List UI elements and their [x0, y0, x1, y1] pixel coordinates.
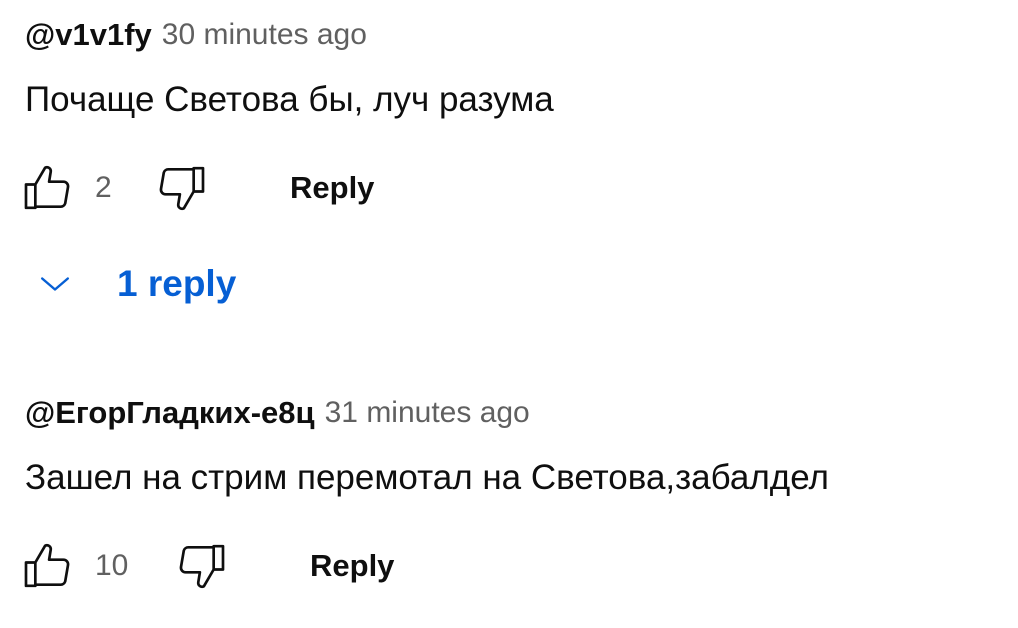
comment-text: Почаще Светова бы, луч разума: [25, 80, 554, 119]
dislike-button[interactable]: [152, 158, 212, 218]
like-button[interactable]: [17, 158, 77, 218]
comment-actions: 10 Reply: [24, 536, 1018, 596]
thumbs-down-icon: [159, 166, 205, 211]
comment-author[interactable]: @ЕгорГладких-е8ц: [25, 395, 315, 431]
comment-author[interactable]: @v1v1fy: [25, 17, 152, 53]
dislike-button[interactable]: [172, 536, 232, 596]
comment-header: @ЕгорГладких-е8ц 31 minutes ago: [25, 393, 1018, 433]
like-count: 10: [95, 549, 129, 582]
thumbs-up-icon: [24, 543, 70, 588]
comment-actions: 2 Reply: [24, 158, 1018, 218]
comment-timestamp[interactable]: 30 minutes ago: [162, 18, 367, 52]
comment-text: Зашел на стрим перемотал на Светова,заба…: [25, 458, 829, 497]
reply-button[interactable]: Reply: [290, 158, 374, 218]
thumbs-down-icon: [179, 544, 225, 589]
chevron-down-icon: [40, 277, 70, 291]
view-replies-label: 1 reply: [117, 263, 237, 304]
like-button[interactable]: [17, 536, 77, 596]
like-count: 2: [95, 171, 112, 204]
comment-item: @ЕгорГладких-е8ц 31 minutes ago Зашел на…: [24, 393, 1018, 596]
comment-item: @v1v1fy 30 minutes ago Почаще Светова бы…: [24, 15, 1018, 218]
reply-button[interactable]: Reply: [310, 536, 394, 596]
comment-timestamp[interactable]: 31 minutes ago: [325, 396, 530, 430]
view-replies-button[interactable]: 1 reply: [25, 254, 236, 314]
thumbs-up-icon: [24, 165, 70, 210]
comment-header: @v1v1fy 30 minutes ago: [25, 15, 1018, 55]
